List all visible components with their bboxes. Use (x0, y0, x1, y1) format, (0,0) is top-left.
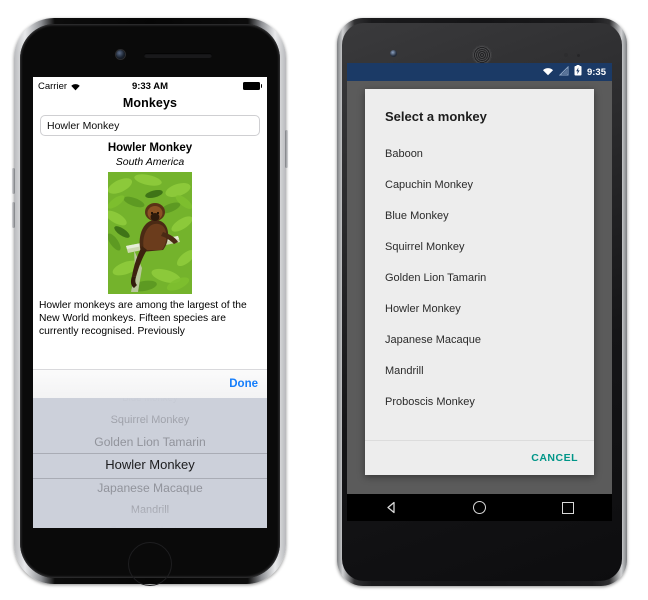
earpiece-speaker-icon (144, 53, 212, 58)
list-item[interactable]: Mandrill (365, 355, 594, 386)
power-button[interactable] (285, 130, 288, 168)
ios-status-bar: Carrier 9:33 AM (33, 77, 267, 95)
done-button[interactable]: Done (229, 378, 258, 390)
dialog-actions: CANCEL (365, 441, 594, 475)
android-clock: 9:35 (586, 66, 606, 78)
ios-clock: 9:33 AM (131, 80, 169, 92)
list-item[interactable]: Blue Monkey (365, 200, 594, 231)
list-item[interactable]: Capuchin Monkey (365, 169, 594, 200)
detail-location: South America (115, 156, 185, 168)
picker-item[interactable]: Squirrel Monkey (33, 408, 267, 432)
home-circle-icon (472, 501, 486, 514)
front-camera-icon (116, 50, 125, 59)
monkey-picker-wheel[interactable]: Capuchin MonkeyBlue MonkeySquirrel Monke… (33, 398, 267, 528)
battery-charging-icon (574, 65, 582, 79)
list-item[interactable]: Baboon (365, 138, 594, 169)
android-device-frame: 9:35 Select a monkey Baboon Capuchin Monk… (337, 18, 627, 586)
select-monkey-dialog: Select a monkey Baboon Capuchin Monkey Blu… (365, 89, 594, 475)
wifi-icon (542, 66, 554, 79)
picker-toolbar: Done (33, 369, 267, 399)
light-sensor-icon (577, 54, 580, 57)
android-content-area: Select a monkey Baboon Capuchin Monkey Blu… (347, 81, 612, 494)
signal-icon (558, 65, 569, 79)
list-item[interactable]: Golden Lion Tamarin (365, 262, 594, 293)
picker-item[interactable]: Japanese Macaque (33, 476, 267, 500)
cancel-button[interactable]: CANCEL (531, 452, 578, 464)
comparison-mockup: Carrier 9:33 AM Monkeys Howler Monkey Ho… (0, 0, 648, 600)
page-title: Monkeys (122, 96, 178, 110)
list-item[interactable]: Squirrel Monkey (365, 231, 594, 262)
proximity-sensor-icon (564, 53, 568, 57)
recents-square-icon (561, 501, 574, 514)
picker-item[interactable]: Golden Lion Tamarin (33, 430, 267, 454)
picker-item-selected[interactable]: Howler Monkey (33, 453, 267, 477)
iphone-screen: Carrier 9:33 AM Monkeys Howler Monkey Ho… (33, 77, 267, 528)
text-field-container: Howler Monkey (33, 115, 267, 142)
howler-monkey-photo (108, 172, 192, 294)
list-item[interactable]: Howler Monkey (365, 293, 594, 324)
earpiece-speaker-icon (472, 45, 492, 65)
android-navigation-bar (347, 494, 612, 521)
list-item[interactable]: Proboscis Monkey (365, 386, 594, 417)
android-status-bar: 9:35 (347, 63, 612, 81)
monkey-list[interactable]: Baboon Capuchin Monkey Blue Monkey Squirrel… (365, 138, 594, 440)
back-triangle-icon (387, 501, 395, 514)
list-item[interactable]: Japanese Macaque (365, 324, 594, 355)
detail-name: Howler Monkey (107, 142, 193, 154)
iphone-device-frame: Carrier 9:33 AM Monkeys Howler Monkey Ho… (12, 18, 288, 586)
photo-container (33, 172, 267, 294)
recents-button[interactable] (553, 494, 583, 521)
dialog-title: Select a monkey (385, 109, 487, 124)
picker-item[interactable]: Proboscis Monkey (33, 519, 267, 528)
volume-down-button[interactable] (12, 202, 15, 228)
back-button[interactable] (376, 494, 406, 521)
home-button[interactable] (464, 494, 494, 521)
monkey-text-input[interactable]: Howler Monkey (40, 115, 260, 136)
home-button[interactable] (128, 542, 172, 586)
detail-description: Howler monkeys are among the largest of … (39, 300, 247, 338)
front-camera-icon (390, 50, 397, 57)
android-screen: 9:35 Select a monkey Baboon Capuchin Monk… (347, 63, 612, 521)
volume-up-button[interactable] (12, 168, 15, 194)
